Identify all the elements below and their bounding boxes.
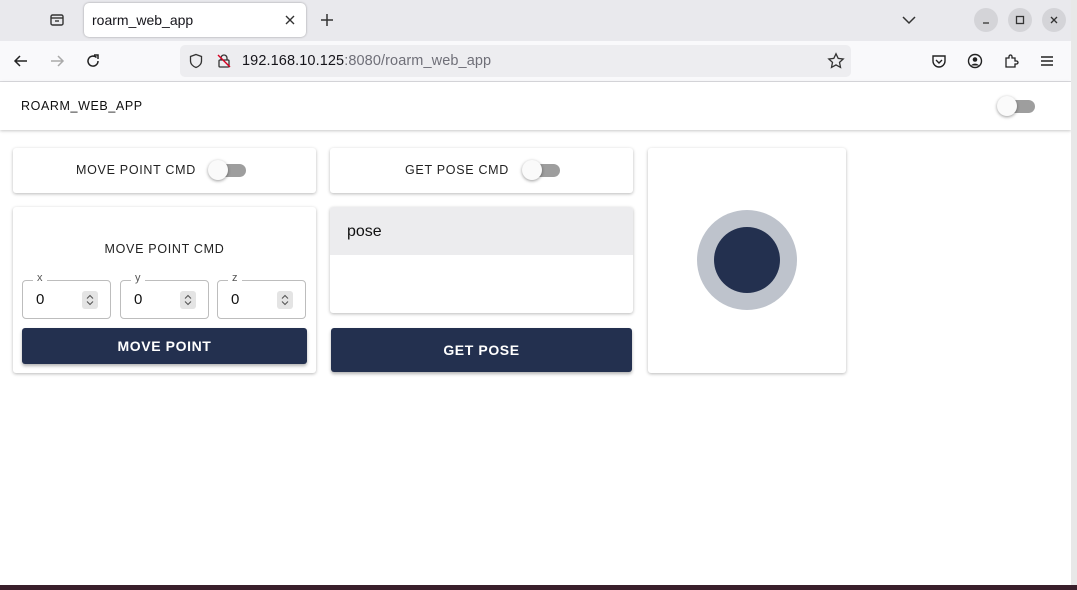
chevron-down-icon: [902, 16, 916, 25]
minimize-button[interactable]: [974, 8, 998, 32]
move-point-toggle[interactable]: [208, 160, 246, 180]
url-path: :8080/roarm_web_app: [344, 53, 492, 69]
url-bar[interactable]: 192.168.10.125:8080/roarm_web_app: [180, 45, 851, 77]
stepper-arrows-icon: [86, 294, 94, 306]
move-point-button[interactable]: MOVE POINT: [22, 328, 307, 364]
extensions-button[interactable]: [997, 47, 1025, 75]
insecure-lock-icon: [217, 54, 231, 68]
account-button[interactable]: [961, 47, 989, 75]
tab-title: roarm_web_app: [92, 12, 194, 28]
minimize-icon: [983, 22, 989, 24]
firefox-view-icon: [50, 14, 64, 26]
x-stepper[interactable]: [82, 291, 98, 309]
move-point-panel: MOVE POINT CMD x 0 y 0 z 0 MOVE POINT: [13, 207, 316, 373]
y-stepper[interactable]: [180, 291, 196, 309]
puzzle-icon: [1005, 54, 1019, 68]
firefox-view-button[interactable]: [40, 4, 74, 36]
close-tab-button[interactable]: [280, 10, 300, 30]
star-icon[interactable]: [827, 52, 845, 70]
x-field-label: x: [33, 272, 47, 284]
pose-header: pose: [330, 207, 633, 255]
close-window-button[interactable]: [1042, 8, 1066, 32]
switch-thumb: [522, 160, 542, 180]
pose-heading: pose: [347, 223, 382, 240]
nav-toolbar: 192.168.10.125:8080/roarm_web_app: [0, 41, 1071, 82]
forward-button[interactable]: [43, 47, 71, 75]
app-bar-toggle[interactable]: [997, 96, 1035, 116]
get-pose-switch-card: GET POSE CMD: [330, 148, 633, 193]
web-page: ROARM_WEB_APP MOVE POINT CMD GET POSE CM…: [0, 82, 1071, 585]
url-host: 192.168.10.125: [242, 53, 345, 69]
menu-button[interactable]: [1033, 47, 1061, 75]
stepper-arrows-icon: [281, 294, 289, 306]
z-field[interactable]: z 0: [217, 272, 306, 319]
z-field-label: z: [228, 272, 242, 284]
switch-thumb: [208, 160, 228, 180]
move-point-heading: MOVE POINT CMD: [104, 242, 225, 256]
pocket-button[interactable]: [925, 47, 953, 75]
app-title: ROARM_WEB_APP: [21, 99, 143, 113]
stepper-arrows-icon: [184, 294, 192, 306]
desktop-background: [0, 585, 1077, 590]
reload-icon: [87, 54, 99, 67]
arrow-left-icon: [13, 55, 27, 67]
app-bar: ROARM_WEB_APP: [0, 82, 1071, 130]
url-text: 192.168.10.125:8080/roarm_web_app: [242, 53, 491, 69]
tab-active[interactable]: roarm_web_app: [84, 3, 306, 37]
z-field-value: 0: [231, 291, 240, 308]
switch-thumb: [997, 96, 1017, 116]
y-field-value: 0: [134, 291, 143, 308]
close-icon: [1050, 16, 1058, 24]
joystick-card: [648, 148, 846, 373]
y-field-label: y: [131, 272, 145, 284]
close-icon: [285, 15, 295, 25]
get-pose-button[interactable]: GET POSE: [331, 328, 632, 372]
x-field[interactable]: x 0: [22, 272, 111, 319]
get-pose-switch-label: GET POSE CMD: [405, 163, 510, 177]
move-point-switch-label: MOVE POINT CMD: [76, 163, 196, 177]
x-field-value: 0: [36, 291, 45, 308]
back-button[interactable]: [7, 47, 35, 75]
new-tab-button[interactable]: [313, 6, 341, 34]
maximize-button[interactable]: [1008, 8, 1032, 32]
z-stepper[interactable]: [277, 291, 293, 309]
account-icon: [967, 53, 983, 69]
hamburger-icon: [1041, 56, 1053, 66]
reload-button[interactable]: [79, 47, 107, 75]
pocket-icon: [932, 55, 946, 68]
tab-strip: roarm_web_app: [0, 0, 1071, 41]
browser-window: roarm_web_app 192.168.10.125:8080/roarm_…: [0, 0, 1071, 585]
shield-icon: [189, 53, 203, 69]
arrow-right-icon: [51, 55, 65, 67]
joystick[interactable]: [648, 148, 846, 373]
pose-panel: pose: [330, 207, 633, 313]
maximize-icon: [1015, 15, 1025, 25]
y-field[interactable]: y 0: [120, 272, 209, 319]
plus-icon: [321, 14, 333, 26]
joystick-knob[interactable]: [714, 227, 780, 293]
move-point-switch-card: MOVE POINT CMD: [13, 148, 316, 193]
get-pose-toggle[interactable]: [522, 160, 560, 180]
list-all-tabs-button[interactable]: [895, 6, 923, 34]
scrollbar[interactable]: [1071, 0, 1077, 590]
